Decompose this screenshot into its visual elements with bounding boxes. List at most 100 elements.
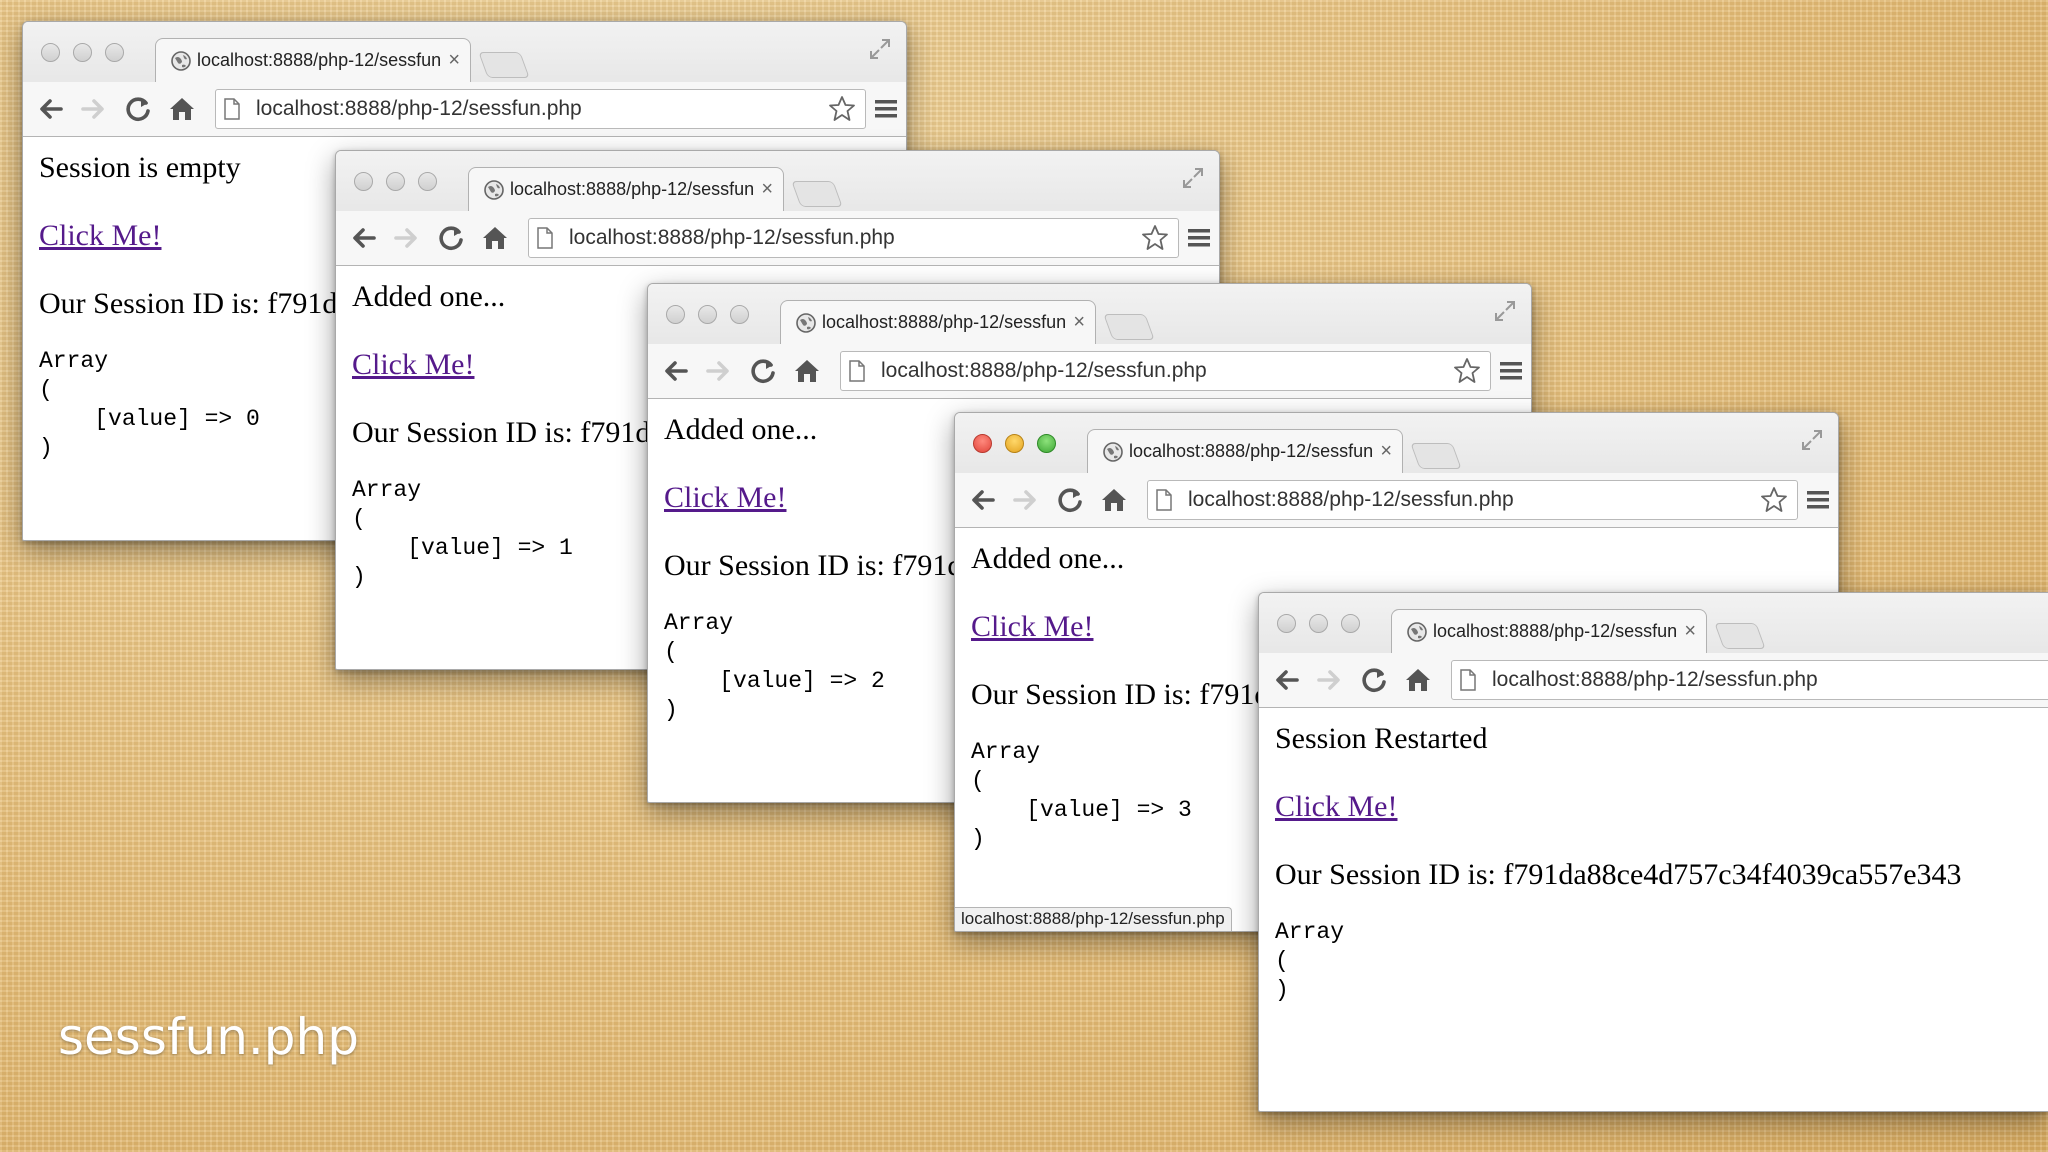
zoom-window-button[interactable] — [1341, 614, 1360, 633]
zoom-window-button[interactable] — [1037, 434, 1056, 453]
zoom-window-button[interactable] — [730, 305, 749, 324]
window-frame: localhost:8888/php-12/sessfun.php × loca… — [1259, 593, 2048, 708]
reload-icon[interactable] — [436, 223, 466, 253]
bookmark-star-icon[interactable] — [1140, 223, 1170, 253]
back-arrow-icon[interactable] — [967, 485, 997, 515]
close-tab-icon[interactable]: × — [1684, 620, 1696, 643]
new-tab-button[interactable] — [478, 52, 530, 78]
minimize-window-button[interactable] — [1309, 614, 1328, 633]
browser-toolbar: localhost:8888/php-12/sessfun.php — [1259, 653, 2048, 707]
bookmark-star-icon[interactable] — [1759, 485, 1789, 515]
click-me-link[interactable]: Click Me! — [352, 348, 474, 382]
fullscreen-icon[interactable] — [868, 37, 892, 61]
fullscreen-icon[interactable] — [1493, 299, 1517, 323]
minimize-window-button[interactable] — [73, 43, 92, 62]
new-tab-button[interactable] — [1410, 443, 1462, 469]
close-window-button[interactable] — [1277, 614, 1296, 633]
browser-tab[interactable]: localhost:8888/php-12/sessfun.php × — [1391, 609, 1707, 653]
new-tab-button[interactable] — [1103, 314, 1155, 340]
zoom-window-button[interactable] — [105, 43, 124, 62]
tab-title: localhost:8888/php-12/sessfun.php — [510, 179, 755, 199]
url-text: localhost:8888/php-12/sessfun.php — [881, 359, 1207, 382]
page-icon — [1156, 489, 1172, 511]
globe-icon — [1102, 441, 1124, 463]
reload-icon[interactable] — [123, 94, 153, 124]
close-tab-icon[interactable]: × — [761, 178, 773, 201]
page-message: Added one... — [971, 542, 1125, 575]
close-tab-icon[interactable]: × — [1380, 440, 1392, 463]
back-arrow-icon[interactable] — [348, 223, 378, 253]
close-window-button[interactable] — [666, 305, 685, 324]
tab-title: localhost:8888/php-12/sessfun.php — [1129, 441, 1374, 461]
click-me-link[interactable]: Click Me! — [664, 481, 786, 515]
back-arrow-icon[interactable] — [660, 356, 690, 386]
page-message: Session Restarted — [1275, 722, 1488, 755]
new-tab-button[interactable] — [1714, 623, 1766, 649]
window-controls — [354, 172, 437, 191]
page-icon — [1460, 669, 1476, 691]
page-icon — [537, 227, 553, 249]
tab-title: localhost:8888/php-12/sessfun.php — [822, 312, 1067, 332]
back-arrow-icon[interactable] — [35, 94, 65, 124]
click-me-link[interactable]: Click Me! — [971, 610, 1093, 644]
close-tab-icon[interactable]: × — [448, 49, 460, 72]
window-frame: localhost:8888/php-12/sessfun.php × loca… — [648, 284, 1531, 399]
window-controls — [1277, 614, 1360, 633]
minimize-window-button[interactable] — [1005, 434, 1024, 453]
forward-arrow-icon[interactable] — [704, 356, 734, 386]
close-window-button[interactable] — [973, 434, 992, 453]
reload-icon[interactable] — [1359, 665, 1389, 695]
browser-toolbar: localhost:8888/php-12/sessfun.php — [648, 344, 1531, 398]
home-icon[interactable] — [792, 356, 822, 386]
reload-icon[interactable] — [1055, 485, 1085, 515]
new-tab-button[interactable] — [791, 181, 843, 207]
url-text: localhost:8888/php-12/sessfun.php — [569, 226, 895, 249]
session-id-text: Our Session ID is: f791da88ce4d757c34f40… — [1275, 858, 1962, 891]
menu-icon[interactable] — [1499, 360, 1523, 382]
bookmark-star-icon[interactable] — [827, 94, 857, 124]
reload-icon[interactable] — [748, 356, 778, 386]
click-me-link[interactable]: Click Me! — [39, 219, 161, 253]
address-bar[interactable]: localhost:8888/php-12/sessfun.php — [1451, 660, 2048, 700]
home-icon[interactable] — [1099, 485, 1129, 515]
browser-tab[interactable]: localhost:8888/php-12/sessfun.php × — [155, 38, 471, 82]
forward-arrow-icon[interactable] — [1011, 485, 1041, 515]
forward-arrow-icon[interactable] — [1315, 665, 1345, 695]
fullscreen-icon[interactable] — [1181, 166, 1205, 190]
fullscreen-icon[interactable] — [1800, 428, 1824, 452]
window-controls — [666, 305, 749, 324]
browser-window-5: localhost:8888/php-12/sessfun.php × loca… — [1258, 592, 2048, 1112]
bookmark-star-icon[interactable] — [1452, 356, 1482, 386]
menu-icon[interactable] — [1806, 489, 1830, 511]
home-icon[interactable] — [1403, 665, 1433, 695]
menu-icon[interactable] — [874, 98, 898, 120]
forward-arrow-icon[interactable] — [392, 223, 422, 253]
window-frame: localhost:8888/php-12/sessfun.php × loca… — [955, 413, 1838, 528]
click-me-link[interactable]: Click Me! — [1275, 790, 1397, 824]
slide-caption: sessfun.php — [58, 1008, 359, 1066]
page-icon — [849, 360, 865, 382]
home-icon[interactable] — [167, 94, 197, 124]
tab-title: localhost:8888/php-12/sessfun.php — [197, 50, 442, 70]
back-arrow-icon[interactable] — [1271, 665, 1301, 695]
browser-tab[interactable]: localhost:8888/php-12/sessfun.php × — [468, 167, 784, 211]
address-bar[interactable]: localhost:8888/php-12/sessfun.php — [528, 218, 1179, 258]
home-icon[interactable] — [480, 223, 510, 253]
close-window-button[interactable] — [354, 172, 373, 191]
browser-tab[interactable]: localhost:8888/php-12/sessfun.php × — [780, 300, 1096, 344]
address-bar[interactable]: localhost:8888/php-12/sessfun.php — [840, 351, 1491, 391]
close-tab-icon[interactable]: × — [1073, 311, 1085, 334]
browser-tab[interactable]: localhost:8888/php-12/sessfun.php × — [1087, 429, 1403, 473]
globe-icon — [795, 312, 817, 334]
menu-icon[interactable] — [1187, 227, 1211, 249]
window-frame: localhost:8888/php-12/sessfun.php × loca… — [23, 22, 906, 137]
page-content: Session Restarted Click Me! Our Session … — [1259, 708, 2048, 1019]
address-bar[interactable]: localhost:8888/php-12/sessfun.php — [1147, 480, 1798, 520]
address-bar[interactable]: localhost:8888/php-12/sessfun.php — [215, 89, 866, 129]
minimize-window-button[interactable] — [698, 305, 717, 324]
browser-toolbar: localhost:8888/php-12/sessfun.php — [955, 473, 1838, 527]
zoom-window-button[interactable] — [418, 172, 437, 191]
close-window-button[interactable] — [41, 43, 60, 62]
minimize-window-button[interactable] — [386, 172, 405, 191]
forward-arrow-icon[interactable] — [79, 94, 109, 124]
